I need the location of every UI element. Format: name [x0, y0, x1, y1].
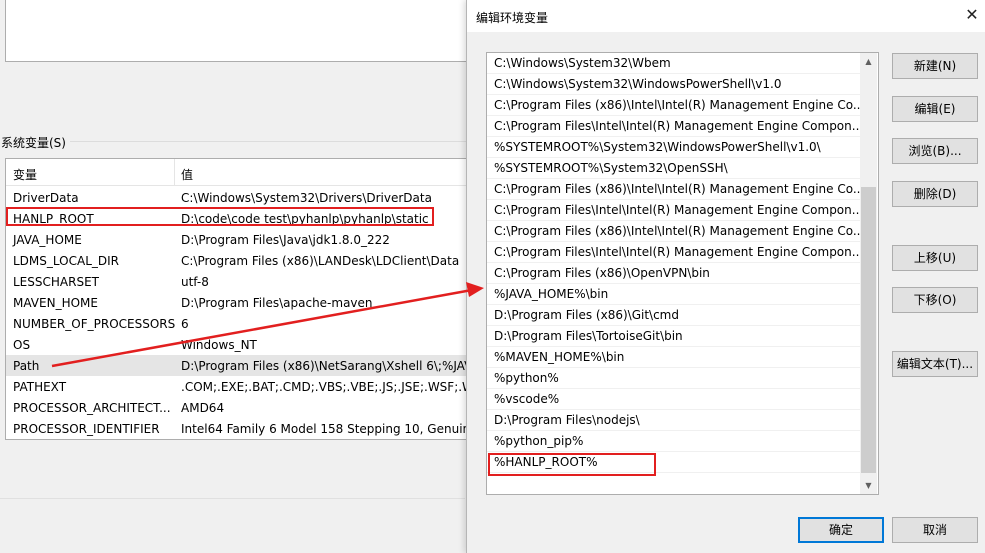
annotation-arrow-icon	[51, 282, 484, 368]
